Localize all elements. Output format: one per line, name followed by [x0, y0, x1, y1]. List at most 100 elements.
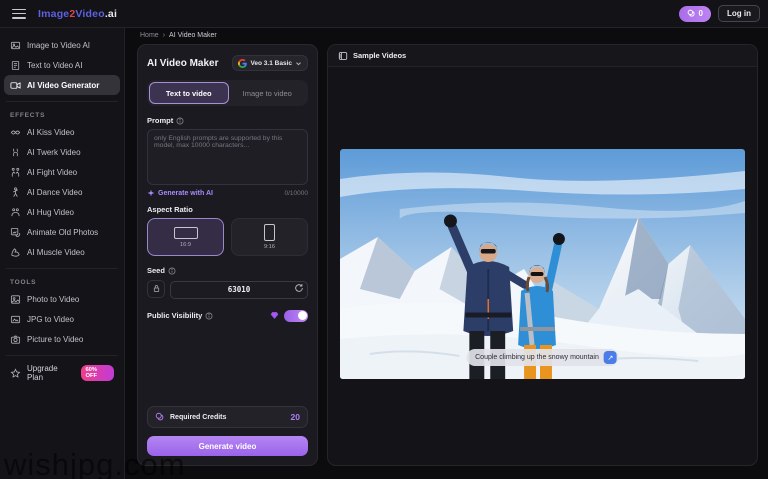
sidebar-item-ai-kiss-video[interactable]: AI Kiss Video: [4, 122, 120, 142]
breadcrumb-current: AI Video Maker: [169, 32, 217, 39]
breadcrumb-home[interactable]: Home: [140, 32, 159, 39]
logo-part: Video: [75, 8, 104, 20]
aspect-ratio-label: Aspect Ratio: [147, 205, 193, 214]
generate-with-ai-label: Generate with AI: [158, 190, 213, 197]
top-header: Image2Video.ai 0 Log in: [0, 0, 768, 28]
video-camera-icon: [10, 80, 21, 91]
sidebar-item-ai-video-generator[interactable]: AI Video Generator: [4, 75, 120, 95]
char-counter: 0/10000: [285, 190, 309, 197]
generate-with-ai-button[interactable]: Generate with AI: [147, 189, 213, 197]
app-logo[interactable]: Image2Video.ai: [38, 8, 117, 20]
sidebar-item-label: Photo to Video: [27, 295, 79, 304]
sidebar-item-text-to-video[interactable]: Text to Video AI: [4, 55, 120, 75]
breadcrumb: Home › AI Video Maker: [140, 32, 217, 39]
model-selector-dropdown[interactable]: Veo 3.1 Basic: [232, 55, 308, 71]
prompt-input[interactable]: [147, 129, 308, 185]
sidebar-item-label: AI Muscle Video: [27, 248, 85, 257]
upgrade-plan-label: Upgrade Plan: [27, 364, 75, 382]
sidebar-item-image-to-video[interactable]: Image to Video AI: [4, 35, 120, 55]
aspect-option-label: 16:9: [180, 242, 191, 248]
sidebar-item-jpg-to-video[interactable]: JPG to Video: [4, 309, 120, 329]
photo-icon: [10, 294, 21, 305]
sidebar-section-effects: EFFECTS: [4, 108, 120, 122]
sample-videos-title: Sample Videos: [353, 51, 406, 60]
sidebar-item-label: AI Hug Video: [27, 208, 74, 217]
seed-lock-button[interactable]: [147, 280, 165, 298]
divider: [6, 268, 118, 269]
seed-label: Seed: [147, 266, 165, 275]
aspect-option-16-9[interactable]: 16:9: [147, 218, 224, 256]
aspect-option-9-16[interactable]: 9:16: [231, 218, 308, 256]
dance-icon: [10, 187, 21, 198]
credits-balance-value: 0: [699, 9, 703, 18]
google-logo-icon: [238, 59, 247, 68]
tab-text-to-video[interactable]: Text to video: [149, 82, 229, 104]
sidebar-item-picture-to-video[interactable]: Picture to Video: [4, 329, 120, 349]
divider: [6, 101, 118, 102]
star-icon: [10, 368, 21, 379]
muscle-arm-icon: [10, 247, 21, 258]
public-visibility-toggle[interactable]: [284, 310, 308, 322]
sample-videos-panel: Sample Videos: [327, 44, 758, 466]
divider: [6, 355, 118, 356]
info-icon: [168, 267, 176, 275]
sidebar-item-photo-to-video[interactable]: Photo to Video: [4, 289, 120, 309]
sidebar-item-ai-twerk-video[interactable]: AI Twerk Video: [4, 142, 120, 162]
credits-balance-pill[interactable]: 0: [679, 6, 711, 22]
gem-icon: [270, 311, 279, 320]
logo-part: .ai: [105, 8, 117, 20]
kiss-lips-icon: [10, 127, 21, 138]
hug-icon: [10, 207, 21, 218]
sidebar-item-ai-muscle-video[interactable]: AI Muscle Video: [4, 242, 120, 262]
lock-icon: [152, 284, 161, 293]
sidebar-item-label: JPG to Video: [27, 315, 74, 324]
model-name: Veo 3.1 Basic: [250, 60, 292, 67]
video-caption-pill: Couple climbing up the snowy mountain ↗: [466, 349, 619, 366]
generate-video-button[interactable]: Generate video: [147, 436, 308, 456]
ai-video-maker-panel: AI Video Maker Veo 3.1 Basic Text to vid…: [137, 44, 318, 466]
info-icon: [176, 117, 184, 125]
seed-input[interactable]: [170, 281, 308, 299]
login-button[interactable]: Log in: [718, 5, 760, 22]
sidebar-item-label: Picture to Video: [27, 335, 83, 344]
sidebar-item-label: Image to Video AI: [27, 41, 90, 50]
sidebar-item-label: Text to Video AI: [27, 61, 82, 70]
jpg-file-icon: [10, 314, 21, 325]
fight-icon: [10, 167, 21, 178]
film-icon: [338, 51, 348, 61]
use-prompt-button[interactable]: ↗: [604, 351, 617, 364]
sidebar-item-ai-fight-video[interactable]: AI Fight Video: [4, 162, 120, 182]
upgrade-plan-button[interactable]: Upgrade Plan 60% OFF: [4, 362, 120, 384]
refresh-seed-icon[interactable]: [294, 283, 304, 293]
discount-badge: 60% OFF: [81, 365, 114, 381]
sidebar-item-label: Animate Old Photos: [27, 228, 98, 237]
camera-icon: [10, 334, 21, 345]
prompt-label: Prompt: [147, 116, 173, 125]
required-credits-box: Required Credits 20: [147, 406, 308, 428]
sample-video-player[interactable]: Couple climbing up the snowy mountain ↗: [340, 149, 745, 379]
coins-icon: [155, 412, 165, 422]
main-content: Home › AI Video Maker AI Video Maker Veo…: [126, 28, 768, 479]
sidebar-item-ai-hug-video[interactable]: AI Hug Video: [4, 202, 120, 222]
sidebar-item-label: AI Kiss Video: [27, 128, 74, 137]
image-icon: [10, 40, 21, 51]
aspect-option-label: 9:16: [264, 244, 275, 250]
public-visibility-label: Public Visibility: [147, 311, 202, 320]
sidebar-item-animate-old-photos[interactable]: Animate Old Photos: [4, 222, 120, 242]
portrait-shape-icon: [264, 224, 275, 241]
required-credits-label: Required Credits: [170, 414, 226, 421]
mode-tabs: Text to video Image to video: [147, 80, 308, 106]
coins-icon: [687, 9, 696, 18]
sidebar-item-ai-dance-video[interactable]: AI Dance Video: [4, 182, 120, 202]
animate-photo-icon: [10, 227, 21, 238]
hamburger-menu-icon[interactable]: [12, 9, 26, 19]
logo-part: Image: [38, 8, 69, 20]
info-icon: [205, 312, 213, 320]
sidebar-item-label: AI Dance Video: [27, 188, 82, 197]
sparkle-icon: [147, 189, 155, 197]
sidebar-item-label: AI Twerk Video: [27, 148, 81, 157]
breadcrumb-separator: ›: [163, 32, 165, 39]
twerk-dancer-icon: [10, 147, 21, 158]
sidebar-item-label: AI Fight Video: [27, 168, 77, 177]
tab-image-to-video[interactable]: Image to video: [229, 82, 307, 104]
